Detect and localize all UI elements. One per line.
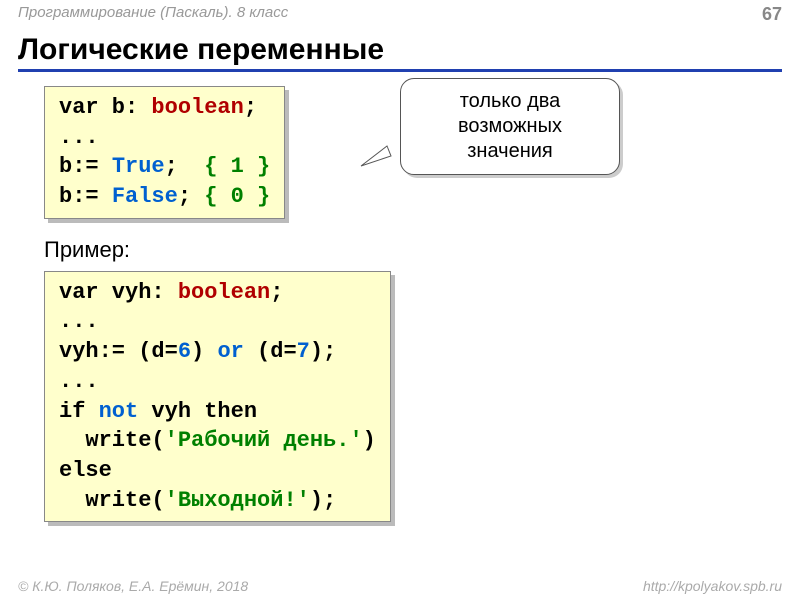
kw-then: then: [204, 399, 257, 424]
code-text: write(: [59, 428, 165, 453]
code-text: vyh:= (d=: [59, 339, 178, 364]
slide-content: var b: boolean; ... b:= True; { 1 } b:= …: [0, 76, 800, 522]
code-text: ): [363, 428, 376, 453]
kw-comment: { 0 }: [204, 184, 270, 209]
code-text: vyh:: [99, 280, 178, 305]
kw-num: 7: [297, 339, 310, 364]
kw-or: or: [217, 339, 243, 364]
kw-var: var: [59, 95, 99, 120]
code-block-1-wrap: var b: boolean; ... b:= True; { 1 } b:= …: [44, 86, 285, 219]
code-text: ...: [59, 309, 99, 334]
code-text: ;: [178, 184, 204, 209]
kw-bool: False: [112, 184, 178, 209]
example-label: Пример:: [44, 237, 782, 263]
code-text: b:: [99, 95, 152, 120]
kw-if: if: [59, 399, 85, 424]
kw-bool: True: [112, 154, 165, 179]
code-text: ...: [59, 125, 99, 150]
code-text: );: [310, 339, 336, 364]
code-text: ): [191, 339, 217, 364]
footer-url: http://kpolyakov.spb.ru: [643, 578, 782, 594]
footer-copyright: © К.Ю. Поляков, Е.А. Ерёмин, 2018: [18, 578, 248, 594]
kw-var: var: [59, 280, 99, 305]
slide-footer: © К.Ю. Поляков, Е.А. Ерёмин, 2018 http:/…: [18, 578, 782, 594]
code-block-2: var vyh: boolean; ... vyh:= (d=6) or (d=…: [44, 271, 391, 523]
kw-not: not: [99, 399, 139, 424]
code-block-2-wrap: var vyh: boolean; ... vyh:= (d=6) or (d=…: [44, 271, 391, 523]
code-text: );: [310, 488, 336, 513]
kw-type: boolean: [151, 95, 243, 120]
code-text: [85, 399, 98, 424]
kw-type: boolean: [178, 280, 270, 305]
code-block-1: var b: boolean; ... b:= True; { 1 } b:= …: [44, 86, 285, 219]
code-text: vyh: [138, 399, 204, 424]
slide-title: Логические переменные: [18, 33, 782, 72]
kw-num: 6: [178, 339, 191, 364]
code-text: b:=: [59, 154, 112, 179]
code-text: ;: [165, 154, 205, 179]
kw-comment: { 1 }: [204, 154, 270, 179]
page-number: 67: [762, 4, 782, 25]
header-topic: Программирование (Паскаль). 8 класс: [18, 4, 288, 25]
code-text: (d=: [244, 339, 297, 364]
callout-bubble: только два возможных значения: [400, 78, 620, 175]
code-text: ;: [244, 95, 257, 120]
slide-header: Программирование (Паскаль). 8 класс 67: [0, 0, 800, 25]
code-text: b:=: [59, 184, 112, 209]
code-text: ...: [59, 369, 99, 394]
kw-string: 'Рабочий день.': [165, 428, 363, 453]
code-text: ;: [270, 280, 283, 305]
kw-string: 'Выходной!': [165, 488, 310, 513]
code-text: write(: [59, 488, 165, 513]
kw-else: else: [59, 458, 112, 483]
